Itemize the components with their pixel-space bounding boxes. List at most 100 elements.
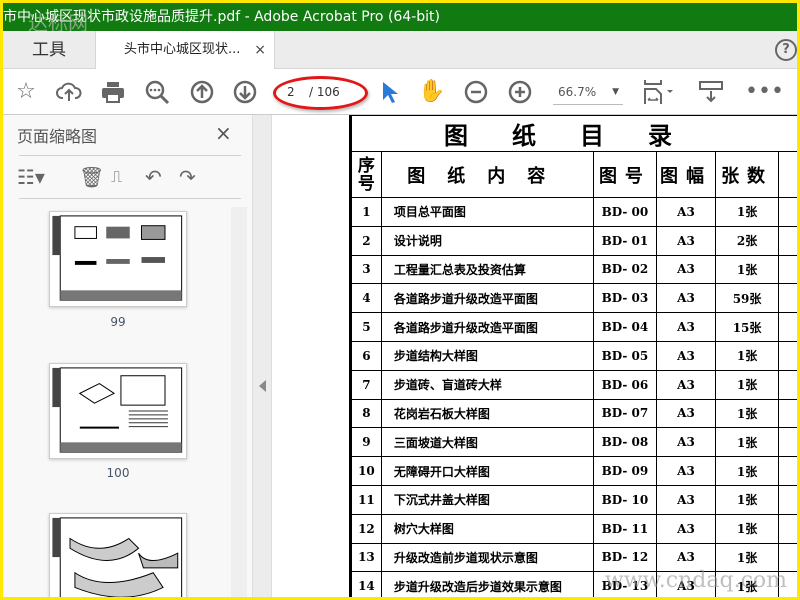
- tab-document-label: 头市中心城区现状...: [124, 42, 241, 57]
- row-size: A3: [656, 513, 716, 544]
- row-number: BD- 04: [592, 312, 658, 342]
- row-extra: [778, 427, 797, 458]
- row-count: 1张: [714, 427, 780, 458]
- document-view: 图纸目录 序号 图纸内容 图号 图幅 张数 1 项目总平面图 BD- 00 A3 1张 2…: [272, 115, 797, 597]
- row-seq: 11: [351, 484, 382, 515]
- row-content: 步道结构大样图: [380, 340, 594, 371]
- thumbnail-label: 99: [110, 315, 126, 329]
- toolbar: ☆ 2 / 106 ✋ 66.7% ▼ •••: [3, 69, 797, 115]
- title-bar: 市中心城区现状市政设施品质提升.pdf - Adobe Acrobat Pro …: [3, 3, 797, 31]
- select-arrow-icon[interactable]: [375, 79, 401, 105]
- row-size: A3: [656, 456, 716, 486]
- star-icon[interactable]: ☆: [13, 79, 39, 105]
- row-number: BD- 06: [592, 369, 658, 400]
- zoom-in-icon[interactable]: [507, 79, 533, 105]
- drawing-index-table: 图纸目录 序号 图纸内容 图号 图幅 张数 1 项目总平面图 BD- 00 A3 1张 2…: [351, 115, 797, 597]
- row-content: 无障碍开口大样图: [380, 456, 594, 486]
- row-size: A3: [656, 369, 716, 400]
- cloud-upload-icon[interactable]: [56, 79, 82, 105]
- insert-page-icon[interactable]: ⎍: [111, 167, 122, 187]
- scroll-mode-icon[interactable]: [698, 79, 724, 105]
- thumbnail-options-icon[interactable]: ☷▾: [17, 165, 45, 189]
- trash-icon[interactable]: 🗑: [79, 165, 104, 189]
- row-number: BD- 05: [592, 340, 658, 371]
- row-number: BD- 08: [592, 427, 658, 458]
- row-count: 1张: [714, 340, 780, 371]
- row-content: 各道路步道升级改造平面图: [380, 312, 594, 342]
- watermark-text: www.cndaq.com: [604, 568, 787, 593]
- row-number: BD- 02: [592, 254, 658, 285]
- print-icon[interactable]: [100, 79, 126, 105]
- zoom-value: 66.7%: [558, 85, 597, 99]
- help-icon[interactable]: ?: [775, 39, 797, 61]
- row-extra: [778, 513, 797, 544]
- row-size: A3: [656, 484, 716, 515]
- row-content: 项目总平面图: [380, 197, 594, 227]
- tab-document[interactable]: 头市中心城区现状... ×: [95, 31, 275, 69]
- close-tab-icon[interactable]: ×: [254, 31, 266, 69]
- row-seq: 7: [351, 369, 382, 400]
- row-size: A3: [656, 283, 716, 314]
- table-row: 5 各道路步道升级改造平面图 BD- 04 A3 15张: [351, 312, 797, 342]
- row-count: 1张: [714, 254, 780, 285]
- row-number: BD- 00: [592, 197, 658, 227]
- zoom-select[interactable]: 66.7% ▼: [553, 81, 623, 105]
- row-seq: 8: [351, 398, 382, 429]
- page-up-icon[interactable]: [189, 79, 215, 105]
- acrobat-window: 市中心城区现状市政设施品质提升.pdf - Adobe Acrobat Pro …: [3, 3, 797, 597]
- table-title: 图纸目录: [351, 115, 797, 152]
- thumbnails-panel: 页面缩略图 × ☷▾ 🗑 ⎍ ↶ ↷ 99 100: [3, 115, 252, 597]
- tab-tools[interactable]: 工具: [3, 31, 95, 69]
- row-content: 步道升级改造后步道效果示意图: [380, 571, 594, 597]
- rotate-left-icon[interactable]: ↶: [145, 165, 162, 189]
- page-down-icon[interactable]: [232, 79, 258, 105]
- row-number: BD- 01: [592, 225, 658, 256]
- page-thumbnail[interactable]: [49, 513, 187, 597]
- row-count: 1张: [714, 513, 780, 544]
- row-extra: [778, 456, 797, 486]
- row-seq: 12: [351, 513, 382, 544]
- table-row: 3 工程量汇总表及投资估算 BD- 02 A3 1张: [351, 254, 797, 285]
- table-row: 4 各道路步道升级改造平面图 BD- 03 A3 59张: [351, 283, 797, 314]
- panel-splitter[interactable]: [252, 115, 272, 597]
- row-extra: [778, 398, 797, 429]
- row-extra: [778, 312, 797, 342]
- fit-page-icon[interactable]: [643, 79, 679, 105]
- row-content: 工程量汇总表及投资估算: [380, 254, 594, 285]
- close-panel-icon[interactable]: ×: [215, 121, 232, 145]
- table-row: 8 花岗岩石板大样图 BD- 07 A3 1张: [351, 398, 797, 429]
- row-number: BD- 09: [592, 456, 658, 486]
- row-count: 1张: [714, 398, 780, 429]
- row-extra: [778, 283, 797, 314]
- hand-icon[interactable]: ✋: [418, 79, 445, 105]
- page-thumbnail[interactable]: [49, 363, 187, 459]
- rotate-right-icon[interactable]: ↷: [179, 165, 196, 189]
- more-icon[interactable]: •••: [745, 79, 784, 105]
- row-extra: [778, 225, 797, 256]
- row-seq: 9: [351, 427, 382, 458]
- table-row: 11 下沉式井盖大样图 BD- 10 A3 1张: [351, 484, 797, 515]
- red-annotation-ellipse: [273, 76, 368, 110]
- row-number: BD- 03: [592, 283, 658, 314]
- row-seq: 6: [351, 340, 382, 371]
- collapse-arrow-icon[interactable]: [259, 380, 266, 392]
- row-content: 升级改造前步道现状示意图: [380, 542, 594, 573]
- row-seq: 14: [351, 571, 382, 597]
- table-row: 1 项目总平面图 BD- 00 A3 1张: [351, 197, 797, 227]
- row-size: A3: [656, 197, 716, 227]
- zoom-out-icon[interactable]: [463, 79, 489, 105]
- row-seq: 2: [351, 225, 382, 256]
- row-extra: [778, 340, 797, 371]
- page-thumbnail[interactable]: [49, 211, 187, 307]
- search-zoom-icon[interactable]: [144, 79, 170, 105]
- row-size: A3: [656, 254, 716, 285]
- table-row: 9 三面坡道大样图 BD- 08 A3 1张: [351, 427, 797, 458]
- panel-scrollbar[interactable]: [231, 207, 247, 597]
- row-extra: [778, 484, 797, 515]
- row-extra: [778, 369, 797, 400]
- chevron-down-icon: ▼: [612, 87, 619, 97]
- row-seq: 4: [351, 283, 382, 314]
- row-size: A3: [656, 398, 716, 429]
- row-number: BD- 11: [592, 513, 658, 544]
- row-content: 设计说明: [380, 225, 594, 256]
